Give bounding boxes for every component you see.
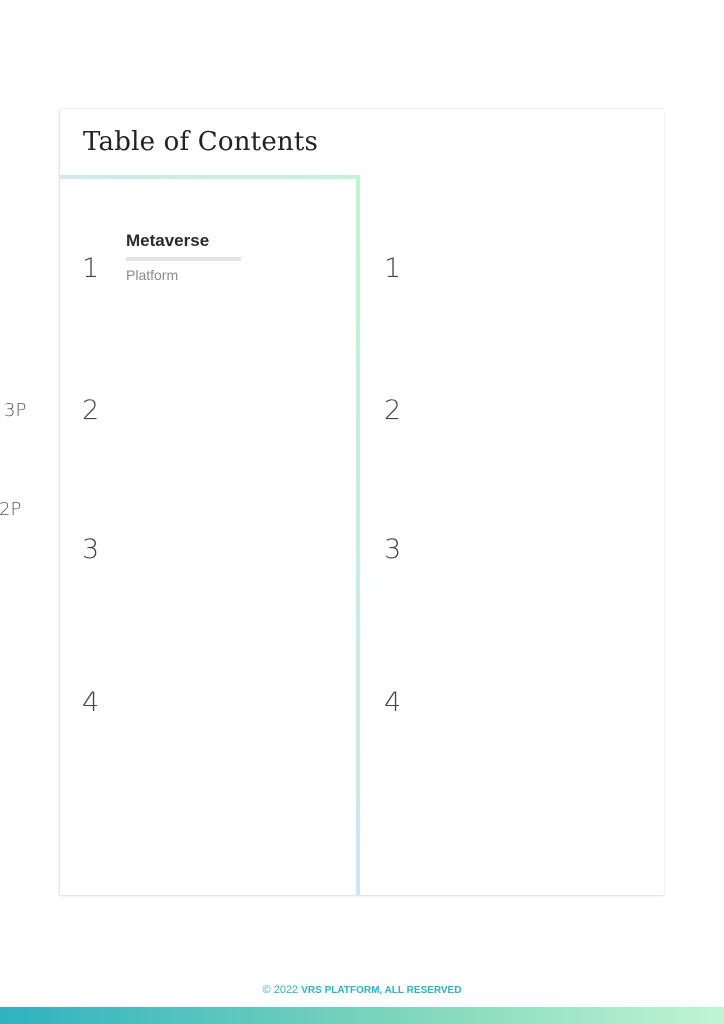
right-item-number-4: 4 [384, 687, 402, 718]
left-item-number-2: 2 [82, 395, 100, 426]
footer-brand: VRS PLATFORM, ALL RESERVED [301, 985, 462, 996]
toc-entry-subtitle: Platform [126, 267, 179, 283]
left-item-number-3: 3 [82, 534, 100, 565]
right-item-number-1: 1 [384, 253, 402, 284]
column-divider [356, 175, 360, 895]
toc-entry-title[interactable]: Metaverse [126, 231, 209, 251]
right-item-number-3: 3 [384, 534, 402, 565]
footer-copyright: © 2022 VRS PLATFORM, ALL RESERVED [0, 984, 724, 996]
page-title: Table of Contents [83, 127, 319, 157]
title-underline [60, 175, 360, 179]
table-of-contents-card: Table of Contents 1 2 3 4 Metaverse Plat… [60, 109, 664, 895]
toc-entry-underline [126, 257, 241, 261]
copyright-year: © 2022 [262, 984, 299, 996]
left-item-number-1: 1 [82, 253, 100, 284]
right-item-number-2: 2 [384, 395, 402, 426]
side-note-2p: 2P [0, 499, 22, 520]
footer-gradient-bar [0, 1007, 724, 1024]
left-item-number-4: 4 [82, 687, 100, 718]
side-note-3p: 3P [4, 400, 27, 421]
